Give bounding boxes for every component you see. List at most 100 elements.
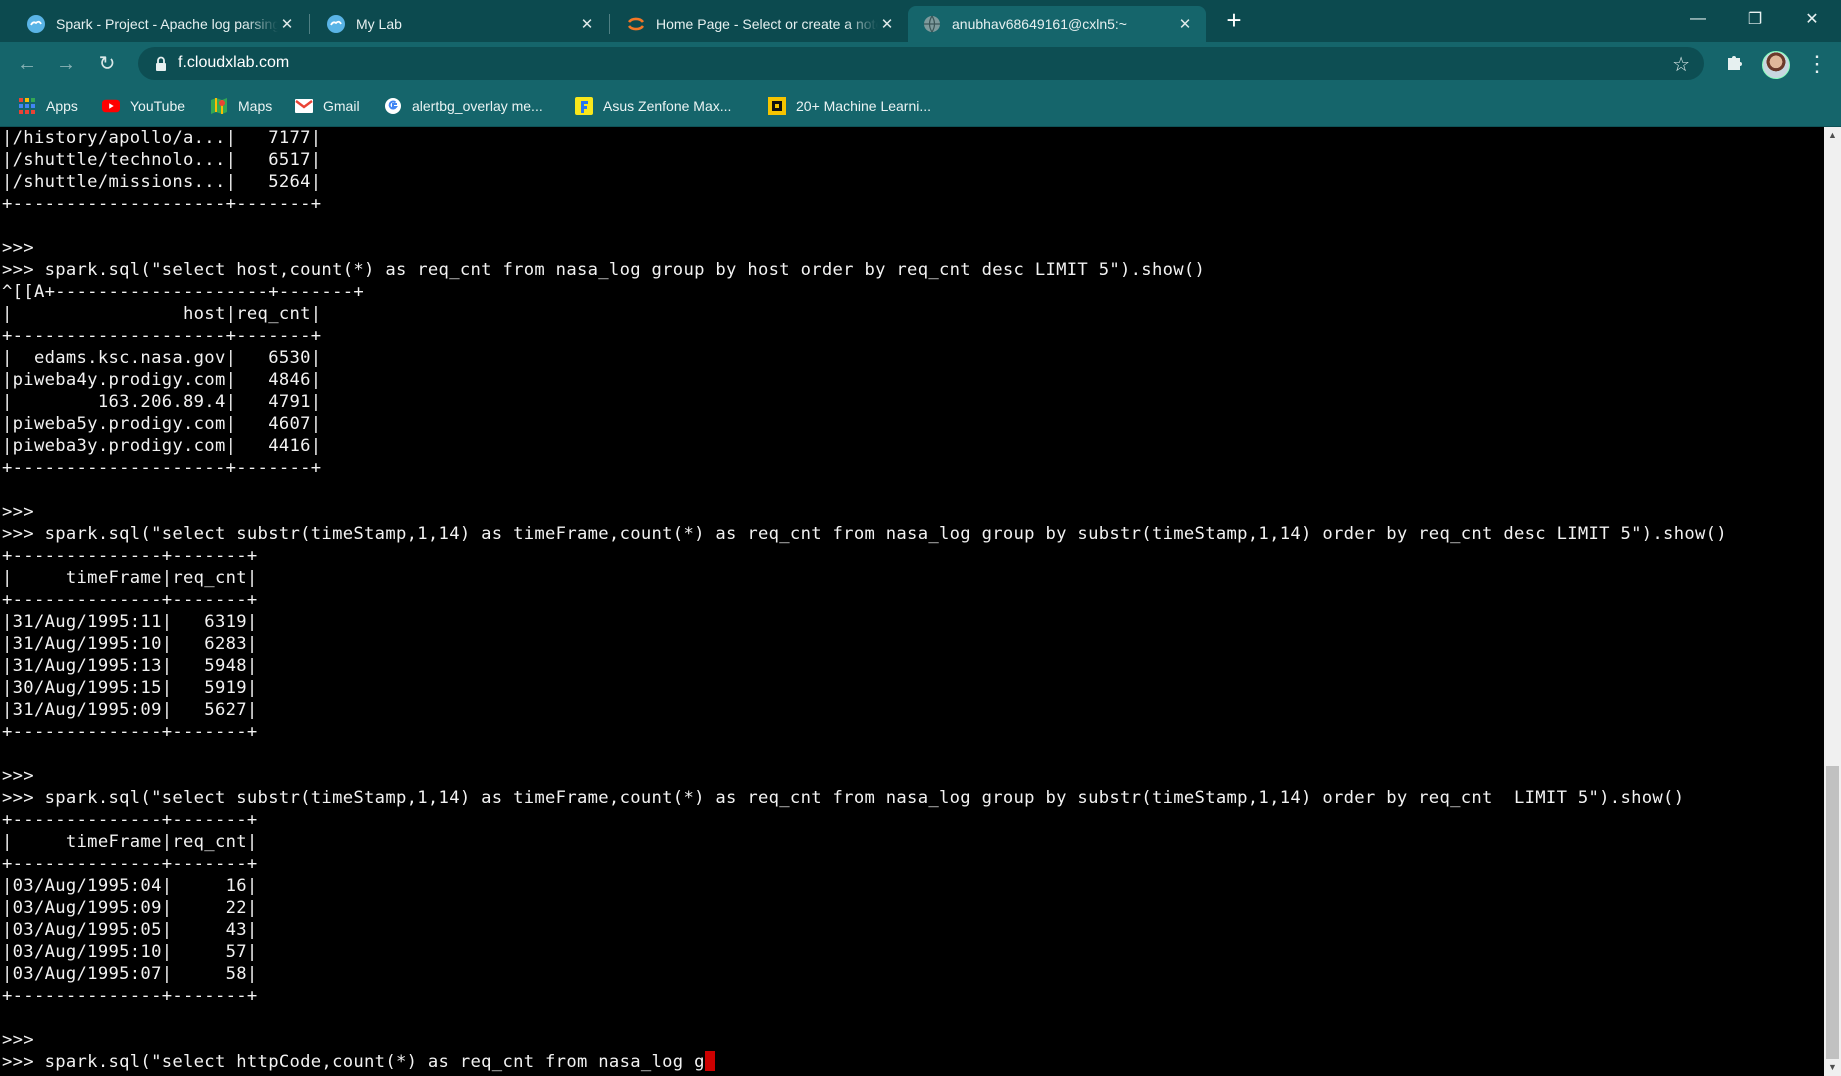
- tab-terminal-active[interactable]: anubhav68649161@cxln5:~ ✕: [908, 6, 1206, 42]
- bookmark-label: Apps: [46, 98, 78, 114]
- terminal-input-text: >>> spark.sql("select httpCode,count(*) …: [2, 1052, 705, 1072]
- bookmark-alertbg[interactable]: alertbg_overlay me...: [384, 95, 543, 117]
- close-icon[interactable]: ✕: [578, 15, 596, 33]
- minimize-button[interactable]: —: [1670, 0, 1726, 38]
- terminal-line: |31/Aug/1995:09| 5627|: [2, 700, 258, 720]
- terminal-line: |03/Aug/1995:09| 22|: [2, 898, 258, 918]
- tab-separator: [309, 14, 310, 34]
- close-icon[interactable]: ✕: [278, 15, 296, 33]
- globe-icon: [922, 14, 942, 34]
- terminal-line: +--------------+-------+: [2, 986, 258, 1006]
- terminal-line: +--------------+-------+: [2, 546, 258, 566]
- close-icon[interactable]: ✕: [878, 15, 896, 33]
- terminal-line: |31/Aug/1995:10| 6283|: [2, 634, 258, 654]
- back-button[interactable]: ←: [15, 52, 39, 76]
- terminal-line: +--------------------+-------+: [2, 458, 322, 478]
- bookmark-label: YouTube: [130, 98, 186, 114]
- tab-strip: Spark - Project - Apache log parsing ✕ M…: [0, 0, 1841, 42]
- extensions-puzzle-icon[interactable]: [1722, 52, 1746, 76]
- terminal-line: +--------------+-------+: [2, 590, 258, 610]
- url-text: f.cloudxlab.com: [178, 54, 290, 71]
- browser-toolbar: ← → ↻ f.cloudxlab.com ☆ ⋮: [0, 42, 1841, 86]
- terminal-output: |/history/apollo/a...| 7177| |/shuttle/te…: [2, 127, 1727, 1073]
- bookmark-apps[interactable]: Apps: [18, 95, 78, 117]
- tab-separator: [609, 14, 610, 34]
- terminal-window[interactable]: |/history/apollo/a...| 7177| |/shuttle/te…: [0, 127, 1824, 1076]
- tab-title: anubhav68649161@cxln5:~: [952, 16, 1127, 32]
- terminal-line: >>>: [2, 1030, 34, 1050]
- scroll-down-arrow-icon[interactable]: ▼: [1824, 1059, 1841, 1076]
- terminal-line: +--------------------+-------+: [2, 326, 322, 346]
- reload-button[interactable]: ↻: [95, 52, 119, 76]
- terminal-line: ^[[A+--------------------+-------+: [2, 282, 365, 302]
- terminal-line: >>> spark.sql("select host,count(*) as r…: [2, 260, 1206, 280]
- terminal-line: >>> spark.sql("select substr(timeStamp,1…: [2, 788, 1685, 808]
- maps-icon: [210, 97, 228, 115]
- bookmark-label: Maps: [238, 98, 273, 114]
- terminal-input-line[interactable]: >>> spark.sql("select httpCode,count(*) …: [2, 1051, 1727, 1073]
- terminal-line: |31/Aug/1995:13| 5948|: [2, 656, 258, 676]
- google-icon: [384, 97, 402, 115]
- terminal-line: |03/Aug/1995:05| 43|: [2, 920, 258, 940]
- window-close-button[interactable]: ✕: [1784, 0, 1840, 38]
- terminal-line: >>>: [2, 766, 34, 786]
- bookmark-machine-learning[interactable]: 20+ Machine Learni...: [768, 95, 931, 117]
- terminal-line: |03/Aug/1995:10| 57|: [2, 942, 258, 962]
- flipkart-icon: [575, 97, 593, 115]
- terminal-line: |piweba4y.prodigy.com| 4846|: [2, 370, 322, 390]
- menu-kebab-icon[interactable]: ⋮: [1805, 52, 1829, 76]
- scroll-up-arrow-icon[interactable]: ▲: [1824, 127, 1841, 144]
- terminal-line: |03/Aug/1995:04| 16|: [2, 876, 258, 896]
- terminal-line: |piweba3y.prodigy.com| 4416|: [2, 436, 322, 456]
- tab-my-lab[interactable]: My Lab ✕: [312, 6, 608, 42]
- terminal-line: |/history/apollo/a...| 7177|: [2, 128, 322, 148]
- forward-button[interactable]: →: [54, 52, 78, 76]
- bookmark-square-icon: [768, 97, 786, 115]
- terminal-line: | edams.ksc.nasa.gov| 6530|: [2, 348, 322, 368]
- terminal-scrollbar[interactable]: ▲ ▼: [1824, 127, 1841, 1076]
- profile-avatar[interactable]: [1762, 51, 1790, 79]
- jupyter-icon: [626, 14, 646, 34]
- close-icon[interactable]: ✕: [1176, 15, 1194, 33]
- bookmarks-bar: Apps YouTube Maps Gmail alertbg_overlay …: [0, 86, 1841, 127]
- scrollbar-thumb[interactable]: [1826, 766, 1839, 1059]
- new-tab-button[interactable]: +: [1222, 7, 1246, 33]
- terminal-line: +--------------+-------+: [2, 722, 258, 742]
- tab-title: Home Page - Select or create a notebook: [656, 16, 878, 32]
- terminal-line: | 163.206.89.4| 4791|: [2, 392, 322, 412]
- terminal-line: >>>: [2, 502, 34, 522]
- bookmark-asus-zenfone[interactable]: Asus Zenfone Max...: [575, 95, 731, 117]
- tab-title: Spark - Project - Apache log parsing: [56, 16, 278, 32]
- tab-title: My Lab: [356, 16, 402, 32]
- terminal-line: |03/Aug/1995:07| 58|: [2, 964, 258, 984]
- bookmark-label: alertbg_overlay me...: [412, 98, 543, 114]
- youtube-icon: [102, 97, 120, 115]
- terminal-line: +--------------+-------+: [2, 854, 258, 874]
- terminal-line: |30/Aug/1995:15| 5919|: [2, 678, 258, 698]
- tab-jupyter-home[interactable]: Home Page - Select or create a notebook …: [612, 6, 908, 42]
- terminal-line: >>> spark.sql("select substr(timeStamp,1…: [2, 524, 1727, 544]
- maximize-button[interactable]: ❐: [1727, 0, 1783, 38]
- terminal-line: |/shuttle/technolo...| 6517|: [2, 150, 322, 170]
- terminal-line: | host|req_cnt|: [2, 304, 322, 324]
- address-bar[interactable]: f.cloudxlab.com ☆: [138, 47, 1704, 80]
- apps-grid-icon: [18, 97, 36, 115]
- tab-spark-project[interactable]: Spark - Project - Apache log parsing ✕: [12, 6, 308, 42]
- terminal-line: >>>: [2, 238, 34, 258]
- bookmark-youtube[interactable]: YouTube: [102, 95, 185, 117]
- terminal-line: |/shuttle/missions...| 5264|: [2, 172, 322, 192]
- terminal-line: | timeFrame|req_cnt|: [2, 568, 258, 588]
- terminal-line: | timeFrame|req_cnt|: [2, 832, 258, 852]
- terminal-line: |piweba5y.prodigy.com| 4607|: [2, 414, 322, 434]
- terminal-line: +--------------+-------+: [2, 810, 258, 830]
- cloudxlab-icon: [26, 14, 46, 34]
- bookmark-maps[interactable]: Maps: [210, 95, 272, 117]
- bookmark-star-icon[interactable]: ☆: [1672, 52, 1690, 77]
- bookmark-label: 20+ Machine Learni...: [796, 98, 932, 114]
- bookmark-label: Asus Zenfone Max...: [603, 98, 732, 114]
- bookmark-gmail[interactable]: Gmail: [295, 95, 360, 117]
